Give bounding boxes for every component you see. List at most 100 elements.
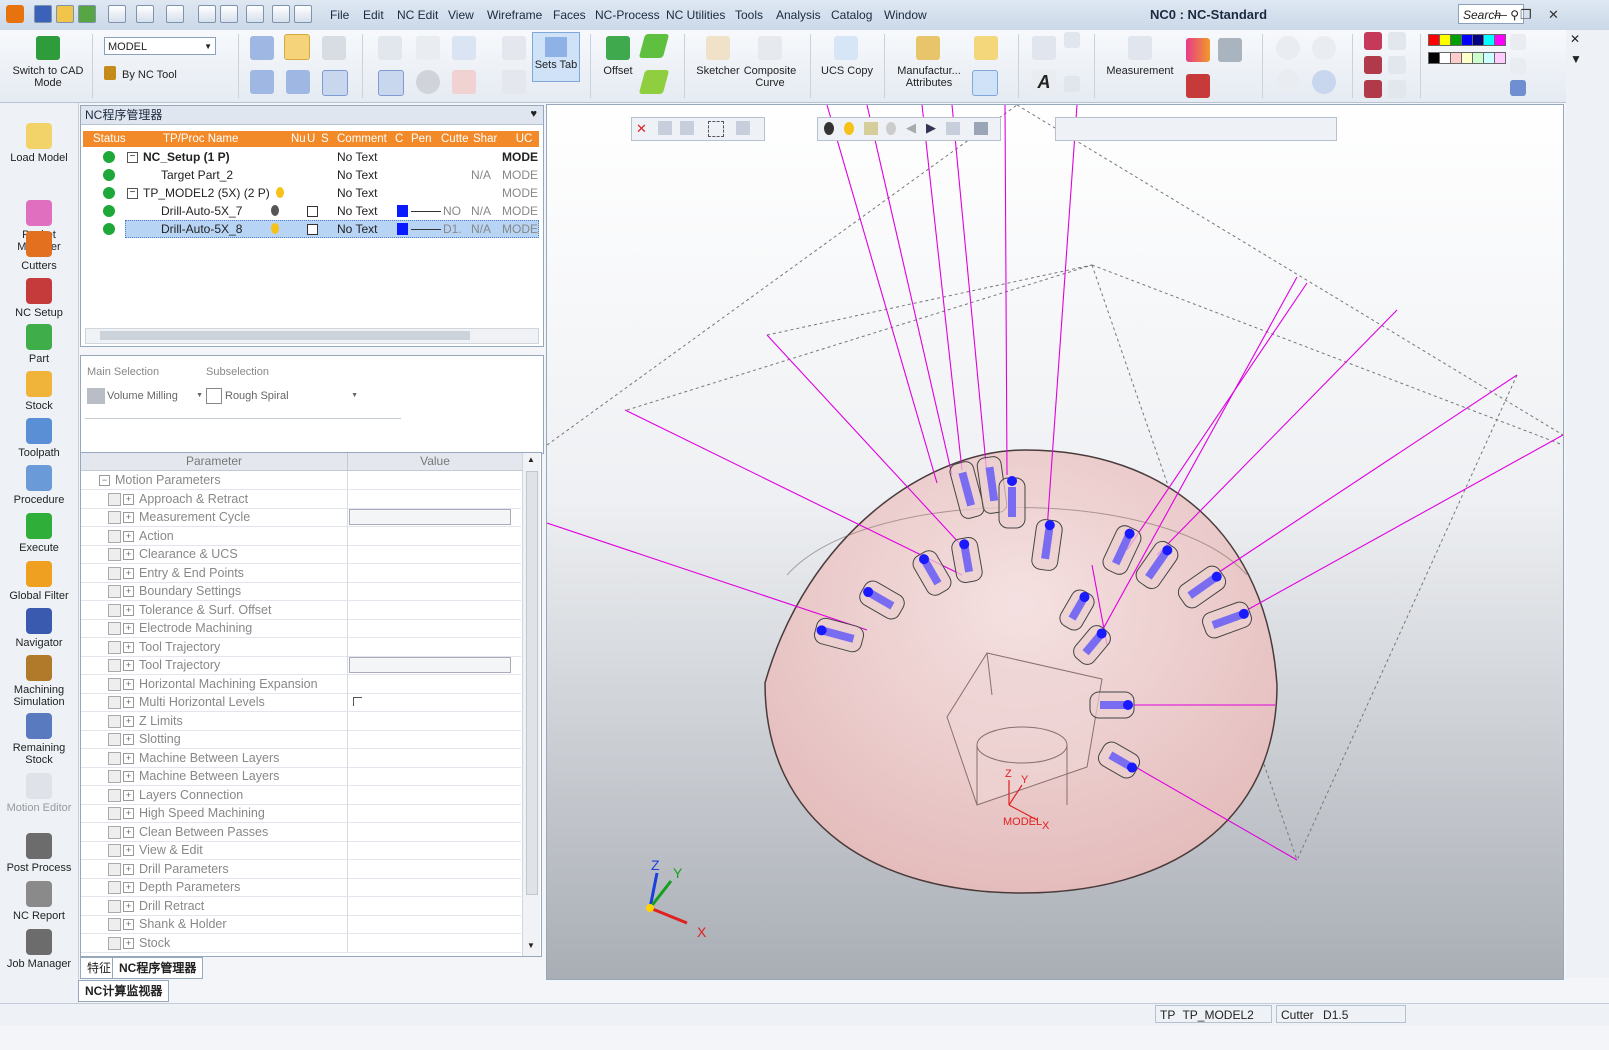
parameter-edit-icon[interactable] [108, 733, 121, 746]
menu-tools[interactable]: Tools [735, 8, 763, 22]
col-nu[interactable]: Nu [291, 131, 307, 147]
composite-curve-button[interactable]: Composite Curve [740, 65, 800, 89]
restore-icon[interactable]: ❐ [1520, 7, 1532, 23]
view-back-icon[interactable] [1388, 80, 1406, 98]
graphics-viewport[interactable]: Z Y MODEL X Z Y X ✕ ◀ ▶ [546, 104, 1564, 980]
parameter-edit-icon[interactable] [108, 548, 121, 561]
parameter-edit-icon[interactable] [108, 529, 121, 543]
window-layout-icon[interactable] [452, 36, 476, 60]
sets-tab-button[interactable]: Sets Tab [532, 32, 580, 82]
brush-icon[interactable] [1510, 80, 1526, 96]
light-bulb-icon[interactable] [824, 122, 834, 135]
cube-select-icon[interactable] [322, 70, 348, 96]
expand-icon[interactable]: + [123, 697, 134, 708]
annotation-icon[interactable] [1064, 32, 1080, 48]
value-cell[interactable] [347, 804, 522, 822]
window-icon[interactable] [166, 5, 184, 23]
tab-nc-manager[interactable]: NC程序管理器 [112, 957, 204, 979]
collapse-icon[interactable]: − [99, 475, 110, 486]
close-icon[interactable]: ✕ [1548, 7, 1559, 23]
value-cell[interactable] [347, 526, 522, 545]
parameter-row[interactable]: + Clean Between Passes [81, 822, 522, 842]
scroll-down-icon[interactable]: ▼ [527, 941, 535, 950]
menu-view[interactable]: View [448, 8, 474, 22]
col-cutter[interactable]: Cutte [441, 131, 473, 147]
expand-icon[interactable]: + [123, 623, 134, 634]
zoom-window-icon[interactable] [1276, 36, 1300, 60]
horizontal-scrollbar[interactable] [85, 328, 539, 344]
left-tool-stock[interactable]: Stock [0, 371, 78, 412]
arrow-right-icon[interactable]: ▶ [926, 120, 936, 136]
value-cell[interactable] [347, 878, 522, 896]
light-group-icon[interactable] [864, 122, 878, 135]
selection-toolbar[interactable]: ✕ [631, 117, 765, 141]
undo-icon[interactable] [220, 5, 238, 23]
parameter-row[interactable]: + View & Edit [81, 841, 521, 860]
zoom-all-icon[interactable] [1312, 36, 1336, 60]
expand-icon[interactable]: + [123, 937, 134, 949]
value-cell[interactable] [347, 545, 522, 563]
value-cell[interactable] [347, 674, 522, 693]
nc-tree-row[interactable]: Drill-Auto-5X_8 No Text D1. N/A MODE [81, 220, 541, 238]
scroll-thumb[interactable] [100, 331, 470, 340]
ucs-copy-button[interactable]: UCS Copy [818, 65, 876, 77]
parameter-row[interactable]: + Stock [81, 933, 521, 953]
left-tool-machining-simulation[interactable]: Machining Simulation [0, 655, 78, 708]
view-top-icon[interactable] [1364, 56, 1382, 74]
nc-tree-row[interactable]: Drill-Auto-5X_7 No Text NO N/A MODE [81, 202, 541, 220]
value-cell[interactable] [347, 563, 522, 582]
toolpath-link-icon[interactable] [250, 70, 274, 94]
parameter-row[interactable]: + Tool Trajectory [81, 656, 521, 675]
expand-icon[interactable]: + [123, 882, 134, 893]
expand-icon[interactable]: + [123, 567, 134, 579]
subselection-dropdown[interactable]: Rough Spiral ▼ [206, 386, 358, 406]
minimize-icon[interactable]: — [1494, 7, 1507, 22]
composite-curve-icon[interactable] [758, 36, 782, 60]
parameter-edit-icon[interactable] [108, 825, 121, 839]
parameter-row[interactable]: + Action [81, 526, 522, 546]
redo-icon[interactable] [246, 5, 264, 23]
help-icon[interactable] [416, 36, 440, 60]
col-uc[interactable]: UC [509, 131, 539, 147]
expand-icon[interactable]: + [123, 734, 134, 745]
parameter-row[interactable]: + Slotting [81, 730, 521, 749]
checkbox[interactable] [307, 206, 318, 217]
pan-icon[interactable] [1312, 70, 1336, 94]
value-cell[interactable] [347, 748, 522, 767]
col-status[interactable]: Status [83, 131, 141, 147]
pin-icon[interactable]: ♥ [530, 108, 537, 120]
parameter-edit-icon[interactable] [108, 492, 121, 506]
menu-file[interactable]: File [330, 8, 349, 22]
left-tool-remaining-stock[interactable]: Remaining Stock [0, 713, 78, 766]
light-bulb-on-icon[interactable] [844, 122, 854, 135]
parameter-edit-icon[interactable] [108, 677, 121, 691]
expand-icon[interactable]: + [123, 604, 134, 616]
expand-icon[interactable]: + [123, 919, 134, 930]
light-bulb-icon[interactable] [271, 205, 279, 216]
parameter-edit-icon[interactable] [108, 844, 121, 857]
parameter-edit-icon[interactable] [108, 714, 121, 728]
toolpath-edit-icon[interactable] [250, 36, 274, 60]
parameter-row[interactable]: + Measurement Cycle [81, 508, 521, 527]
left-tool-part[interactable]: Part [0, 324, 78, 365]
parameter-row[interactable]: + Tool Trajectory [81, 637, 521, 657]
col-pen[interactable]: Pen [411, 131, 441, 147]
value-cell[interactable] [347, 489, 522, 508]
parameter-row[interactable]: + Z Limits [81, 711, 521, 731]
parameter-edit-icon[interactable] [108, 770, 121, 783]
parameter-row[interactable]: + Shank & Holder [81, 915, 521, 934]
value-cell[interactable] [347, 822, 522, 841]
properties-icon[interactable] [272, 5, 290, 23]
menu-wireframe[interactable]: Wireframe [487, 8, 542, 22]
parameter-row[interactable]: + Layers Connection [81, 785, 521, 805]
manufacturing-attributes-button[interactable]: Manufactur... Attributes [892, 65, 966, 89]
toolpath-merge-icon[interactable] [286, 70, 310, 94]
switch-cad-icon[interactable] [36, 36, 60, 60]
left-tool-toolpath[interactable]: Toolpath [0, 418, 78, 459]
parameter-row[interactable]: + Drill Retract [81, 896, 521, 916]
menu-analysis[interactable]: Analysis [776, 8, 821, 22]
expand-icon[interactable]: + [123, 530, 134, 542]
expand-icon[interactable]: + [123, 512, 134, 523]
info-icon[interactable] [416, 70, 440, 94]
view-iso-icon[interactable] [1364, 32, 1382, 50]
